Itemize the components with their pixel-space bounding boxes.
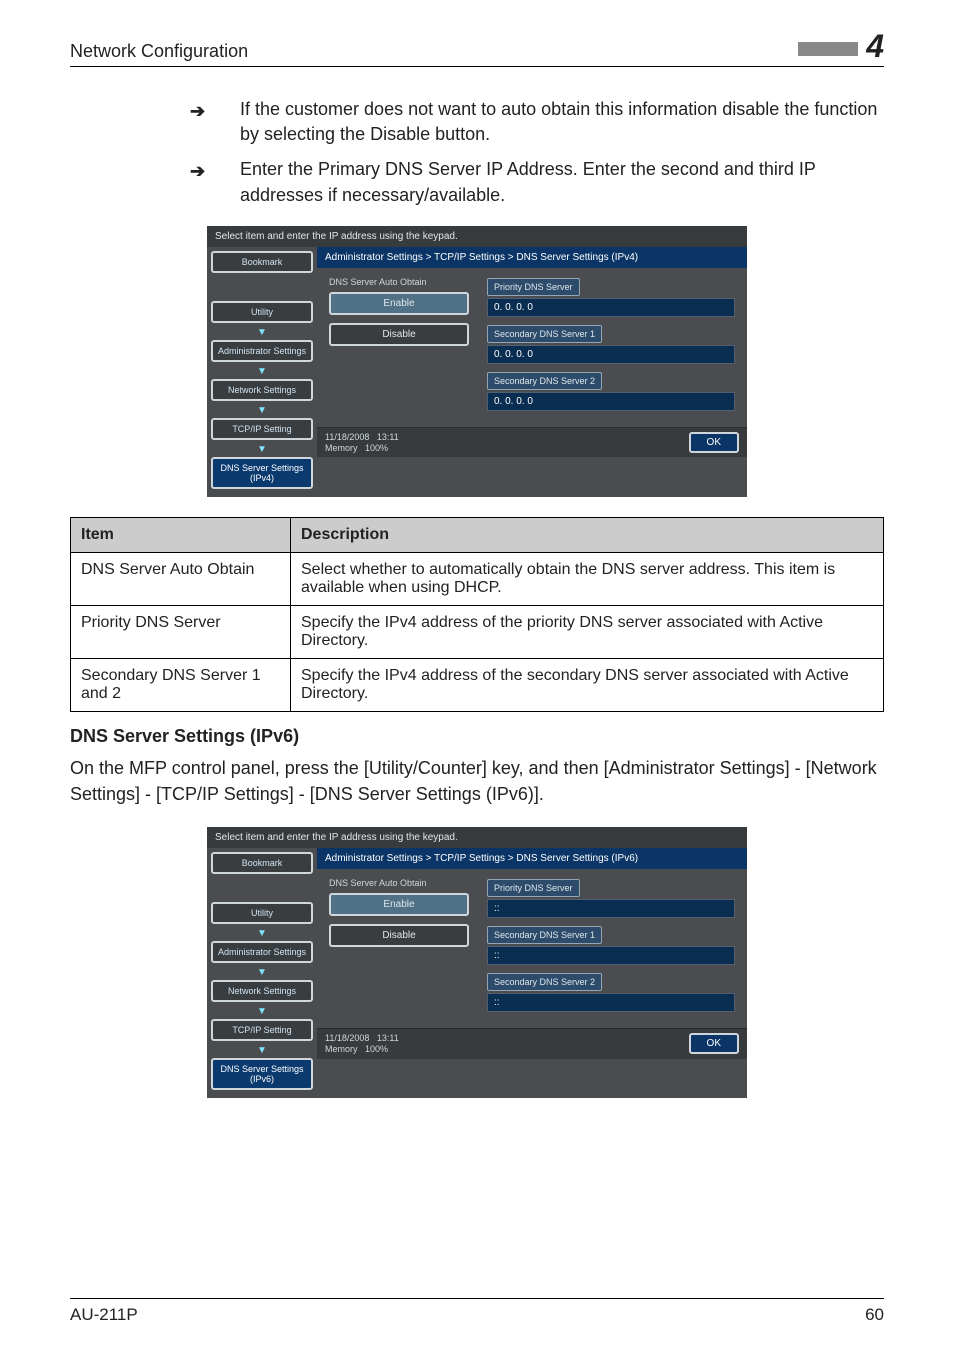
- table-row: Priority DNS Server Specify the IPv4 add…: [71, 605, 884, 658]
- panel-time: 13:11: [377, 1033, 399, 1043]
- network-settings-button[interactable]: Network Settings: [211, 379, 313, 401]
- table-row: DNS Server Auto Obtain Select whether to…: [71, 552, 884, 605]
- bullet-text: If the customer does not want to auto ob…: [240, 97, 884, 147]
- secondary-dns1-value[interactable]: 0. 0. 0. 0: [487, 345, 735, 364]
- chevron-down-icon: ▼: [211, 405, 313, 416]
- disable-button[interactable]: Disable: [329, 323, 469, 346]
- secondary-dns2-value[interactable]: 0. 0. 0. 0: [487, 392, 735, 411]
- cell-item: DNS Server Auto Obtain: [71, 552, 291, 605]
- cell-item: Priority DNS Server: [71, 605, 291, 658]
- cell-desc: Select whether to automatically obtain t…: [291, 552, 884, 605]
- bullet-item: ➔ Enter the Primary DNS Server IP Addres…: [190, 157, 884, 207]
- secondary-dns2-value[interactable]: ::: [487, 993, 735, 1012]
- panel-date: 11/18/2008: [325, 1033, 369, 1043]
- bullet-text: Enter the Primary DNS Server IP Address.…: [240, 157, 884, 207]
- panel-sidebar: Bookmark Utility ▼ Administrator Setting…: [207, 848, 317, 1098]
- disable-button[interactable]: Disable: [329, 924, 469, 947]
- chevron-down-icon: ▼: [211, 1045, 313, 1056]
- panel-memory-value: 100%: [365, 1044, 388, 1054]
- network-settings-button[interactable]: Network Settings: [211, 980, 313, 1002]
- dns-ipv4-tab[interactable]: DNS Server Settings (IPv4): [211, 457, 313, 489]
- secondary-dns1-button[interactable]: Secondary DNS Server 1: [487, 926, 602, 944]
- auto-obtain-label: DNS Server Auto Obtain: [329, 879, 469, 889]
- col-header-item: Item: [71, 517, 291, 552]
- priority-dns-button[interactable]: Priority DNS Server: [487, 879, 580, 897]
- section-title: Network Configuration: [70, 41, 248, 62]
- utility-button[interactable]: Utility: [211, 301, 313, 323]
- panel-memory-value: 100%: [365, 443, 388, 453]
- priority-dns-button[interactable]: Priority DNS Server: [487, 278, 580, 296]
- page-header: Network Configuration 4: [70, 30, 884, 67]
- tcpip-setting-button[interactable]: TCP/IP Setting: [211, 1019, 313, 1041]
- admin-settings-button[interactable]: Administrator Settings: [211, 941, 313, 963]
- table-row: Secondary DNS Server 1 and 2 Specify the…: [71, 658, 884, 711]
- panel-time: 13:11: [377, 432, 399, 442]
- chevron-down-icon: ▼: [211, 366, 313, 377]
- chevron-down-icon: ▼: [211, 967, 313, 978]
- chapter-number: 4: [866, 30, 884, 62]
- panel-status: 11/18/2008 13:11 Memory 100%: [325, 1033, 399, 1055]
- cell-item: Secondary DNS Server 1 and 2: [71, 658, 291, 711]
- cell-desc: Specify the IPv4 address of the priority…: [291, 605, 884, 658]
- secondary-dns1-value[interactable]: ::: [487, 946, 735, 965]
- secondary-dns2-button[interactable]: Secondary DNS Server 2: [487, 372, 602, 390]
- panel-sidebar: Bookmark Utility ▼ Administrator Setting…: [207, 247, 317, 497]
- breadcrumb: Administrator Settings > TCP/IP Settings…: [317, 848, 747, 869]
- cell-desc: Specify the IPv4 address of the secondar…: [291, 658, 884, 711]
- enable-button[interactable]: Enable: [329, 893, 469, 916]
- chevron-down-icon: ▼: [211, 444, 313, 455]
- secondary-dns2-button[interactable]: Secondary DNS Server 2: [487, 973, 602, 991]
- bullet-item: ➔ If the customer does not want to auto …: [190, 97, 884, 147]
- panel-instruction: Select item and enter the IP address usi…: [207, 827, 747, 848]
- breadcrumb: Administrator Settings > TCP/IP Settings…: [317, 247, 747, 268]
- admin-settings-button[interactable]: Administrator Settings: [211, 340, 313, 362]
- enable-button[interactable]: Enable: [329, 292, 469, 315]
- page-footer: AU-211P 60: [70, 1298, 884, 1325]
- ok-button[interactable]: OK: [689, 1033, 739, 1054]
- priority-dns-value[interactable]: ::: [487, 899, 735, 918]
- sub-heading: DNS Server Settings (IPv6): [70, 726, 884, 747]
- secondary-dns1-button[interactable]: Secondary DNS Server 1: [487, 325, 602, 343]
- chevron-down-icon: ▼: [211, 327, 313, 338]
- dns-ipv4-panel: Select item and enter the IP address usi…: [207, 226, 747, 497]
- sub-paragraph: On the MFP control panel, press the [Uti…: [70, 755, 884, 807]
- priority-dns-value[interactable]: 0. 0. 0. 0: [487, 298, 735, 317]
- panel-memory-label: Memory: [325, 1044, 358, 1054]
- chevron-down-icon: ▼: [211, 928, 313, 939]
- col-header-description: Description: [291, 517, 884, 552]
- header-dash-decor: [798, 42, 858, 56]
- panel-status: 11/18/2008 13:11 Memory 100%: [325, 432, 399, 454]
- dns-ipv6-panel: Select item and enter the IP address usi…: [207, 827, 747, 1098]
- footer-page-number: 60: [865, 1305, 884, 1325]
- auto-obtain-label: DNS Server Auto Obtain: [329, 278, 469, 288]
- tcpip-setting-button[interactable]: TCP/IP Setting: [211, 418, 313, 440]
- ok-button[interactable]: OK: [689, 432, 739, 453]
- arrow-icon: ➔: [190, 97, 210, 147]
- bookmark-button[interactable]: Bookmark: [211, 251, 313, 273]
- dns-ipv6-tab[interactable]: DNS Server Settings (IPv6): [211, 1058, 313, 1090]
- utility-button[interactable]: Utility: [211, 902, 313, 924]
- panel-memory-label: Memory: [325, 443, 358, 453]
- chapter-label: 4: [798, 30, 884, 62]
- chevron-down-icon: ▼: [211, 1006, 313, 1017]
- description-table: Item Description DNS Server Auto Obtain …: [70, 517, 884, 712]
- bookmark-button[interactable]: Bookmark: [211, 852, 313, 874]
- footer-left: AU-211P: [70, 1305, 138, 1325]
- arrow-icon: ➔: [190, 157, 210, 207]
- panel-date: 11/18/2008: [325, 432, 369, 442]
- panel-instruction: Select item and enter the IP address usi…: [207, 226, 747, 247]
